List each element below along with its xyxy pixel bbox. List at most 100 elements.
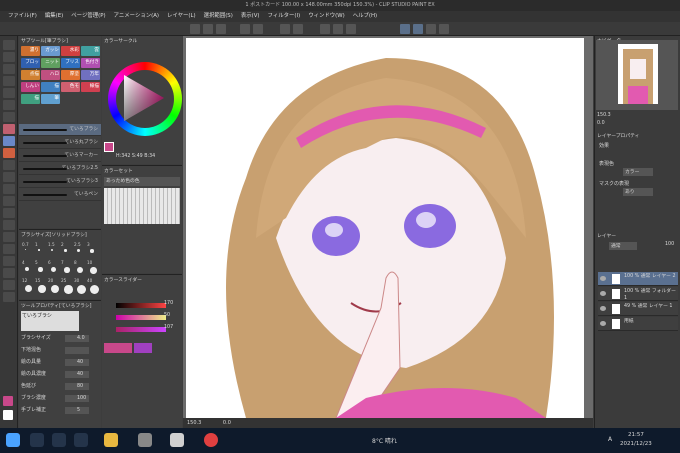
canvas[interactable]	[186, 38, 584, 418]
subtool-tab[interactable]: ブロック	[21, 58, 40, 75]
stabilize-icon[interactable]	[400, 24, 410, 34]
layer-row[interactable]: 100 % 通常 レイヤー 2	[598, 272, 678, 286]
subtool-tab[interactable]: 線描	[81, 82, 100, 92]
clear-icon[interactable]	[280, 24, 290, 34]
main-color-swatch[interactable]	[3, 396, 13, 406]
subtool-tab[interactable]: 点描	[21, 70, 40, 80]
brush-item[interactable]: ていろ丸ブラシ	[19, 137, 101, 149]
eye-icon[interactable]	[600, 291, 606, 296]
expression-select[interactable]: カラー	[623, 168, 653, 176]
layer-row[interactable]: 100 % 通常 フォルダー 1	[598, 287, 678, 301]
frame-tool-icon[interactable]	[3, 232, 15, 242]
ruler-icon[interactable]	[333, 24, 343, 34]
brush-size-dot[interactable]	[38, 267, 43, 272]
brush-item[interactable]: ていろペン	[19, 189, 101, 201]
blue-slider[interactable]	[116, 327, 166, 332]
ruler-tool-icon[interactable]	[3, 244, 15, 254]
subtool-tab[interactable]: ガッシュ	[41, 46, 60, 63]
eye-icon[interactable]	[600, 306, 606, 311]
menu-item[interactable]: 表示(V)	[237, 11, 264, 22]
subtool-tab[interactable]: 筆	[41, 94, 60, 104]
brush-size-dot[interactable]	[51, 249, 53, 251]
brush-size-dot[interactable]	[64, 249, 67, 252]
gradient-tool-icon[interactable]	[3, 208, 15, 218]
eye-icon[interactable]	[600, 276, 606, 281]
menu-item[interactable]: アニメーション(A)	[110, 11, 163, 22]
tool-property-row[interactable]: 手ブレ補正 5	[21, 405, 99, 416]
subtool-tab[interactable]: ニット	[41, 58, 60, 68]
brush-item[interactable]: ていろブラシ	[19, 124, 101, 136]
figure-tool-icon[interactable]	[3, 220, 15, 230]
menu-item[interactable]: ウィンドウ(W)	[304, 11, 349, 22]
tool-property-row[interactable]: ブラシサイズ 4.0	[21, 333, 99, 344]
brush-size-dot[interactable]	[38, 285, 46, 293]
brush-size-dot[interactable]	[25, 249, 26, 250]
stabilize4-icon[interactable]	[439, 24, 449, 34]
pencil-tool-icon[interactable]	[3, 124, 15, 134]
brush-size-dot[interactable]	[90, 285, 99, 294]
explorer-icon[interactable]	[104, 433, 118, 447]
subtool-tab[interactable]: ハロ	[41, 70, 60, 80]
cortana-icon[interactable]	[52, 433, 66, 447]
red-slider[interactable]	[116, 303, 166, 308]
move-tool-icon[interactable]	[3, 64, 15, 74]
menu-item[interactable]: レイヤー(L)	[163, 11, 200, 22]
airbrush-tool-icon[interactable]	[3, 148, 15, 158]
subtool-tab[interactable]: 色付き	[81, 58, 100, 68]
brush-tool-icon[interactable]	[3, 136, 15, 146]
lasso-tool-icon[interactable]	[3, 88, 15, 98]
select-tool-icon[interactable]	[3, 76, 15, 86]
slider-sub-color[interactable]	[134, 343, 152, 353]
brush-size-dot[interactable]	[64, 285, 73, 294]
snap-icon[interactable]	[320, 24, 330, 34]
brush-size-dot[interactable]	[38, 249, 40, 251]
brush-size-dot[interactable]	[51, 285, 59, 293]
subtool-tab[interactable]: 雲	[81, 46, 100, 56]
subtool-tab[interactable]: しんい	[21, 82, 40, 92]
stabilize2-icon[interactable]	[413, 24, 423, 34]
blend-tool-icon[interactable]	[3, 184, 15, 194]
color-set-select[interactable]: あっため色の色	[104, 177, 180, 186]
tool-property-row[interactable]: 色延び 80	[21, 381, 99, 392]
sub-color-swatch[interactable]	[3, 410, 13, 420]
layer-row[interactable]: 用紙	[598, 317, 678, 331]
menu-item[interactable]: フィルター(I)	[264, 11, 305, 22]
color-set-grid[interactable]	[104, 188, 180, 224]
operate-tool-icon[interactable]	[3, 292, 15, 302]
green-slider[interactable]	[116, 315, 166, 320]
blend-mode-select[interactable]: 通常	[609, 242, 637, 250]
property-bar[interactable]	[65, 347, 89, 354]
taskview-icon[interactable]	[74, 433, 88, 447]
subtool-tab[interactable]: 万年	[81, 70, 100, 80]
correct-tool-icon[interactable]	[3, 280, 15, 290]
tool-property-row[interactable]: 絵の具濃度 40	[21, 369, 99, 380]
eye-icon[interactable]	[600, 321, 606, 326]
subtool-tab[interactable]: 水彩	[61, 46, 80, 56]
brush-size-dot[interactable]	[90, 249, 94, 253]
chrome-icon[interactable]	[204, 433, 218, 447]
brush-size-dot[interactable]	[25, 267, 29, 271]
text-tool-icon[interactable]	[3, 256, 15, 266]
subtool-tab[interactable]: 描	[41, 82, 60, 92]
subtool-tab[interactable]: ブリス	[61, 58, 80, 68]
brush-item[interactable]: ていろブラシ2.5	[19, 163, 101, 175]
layer-row[interactable]: 49 % 通常 レイヤー 1	[598, 302, 678, 316]
ime-indicator[interactable]: A	[608, 436, 612, 443]
eraser-tool-icon[interactable]	[3, 172, 15, 182]
search-icon[interactable]	[30, 433, 44, 447]
hand-tool-icon[interactable]	[3, 52, 15, 62]
mask-select[interactable]: あり	[623, 188, 653, 196]
subtool-tab[interactable]: 色モ	[61, 82, 80, 92]
subtool-tab[interactable]: 厚塗	[61, 70, 80, 80]
balloon-tool-icon[interactable]	[3, 268, 15, 278]
brush-item[interactable]: ていろマーカー	[19, 150, 101, 162]
new-icon[interactable]	[190, 24, 200, 34]
menu-item[interactable]: 編集(E)	[41, 11, 67, 22]
brush-size-dot[interactable]	[90, 267, 97, 274]
subtool-tab[interactable]: 描	[21, 94, 40, 104]
slider-main-color[interactable]	[104, 343, 132, 353]
zoom-tool-icon[interactable]	[3, 40, 15, 50]
brush-item[interactable]: ていろブラシ3	[19, 176, 101, 188]
menu-item[interactable]: 選択範囲(S)	[200, 11, 237, 22]
brush-size-dot[interactable]	[77, 285, 86, 294]
